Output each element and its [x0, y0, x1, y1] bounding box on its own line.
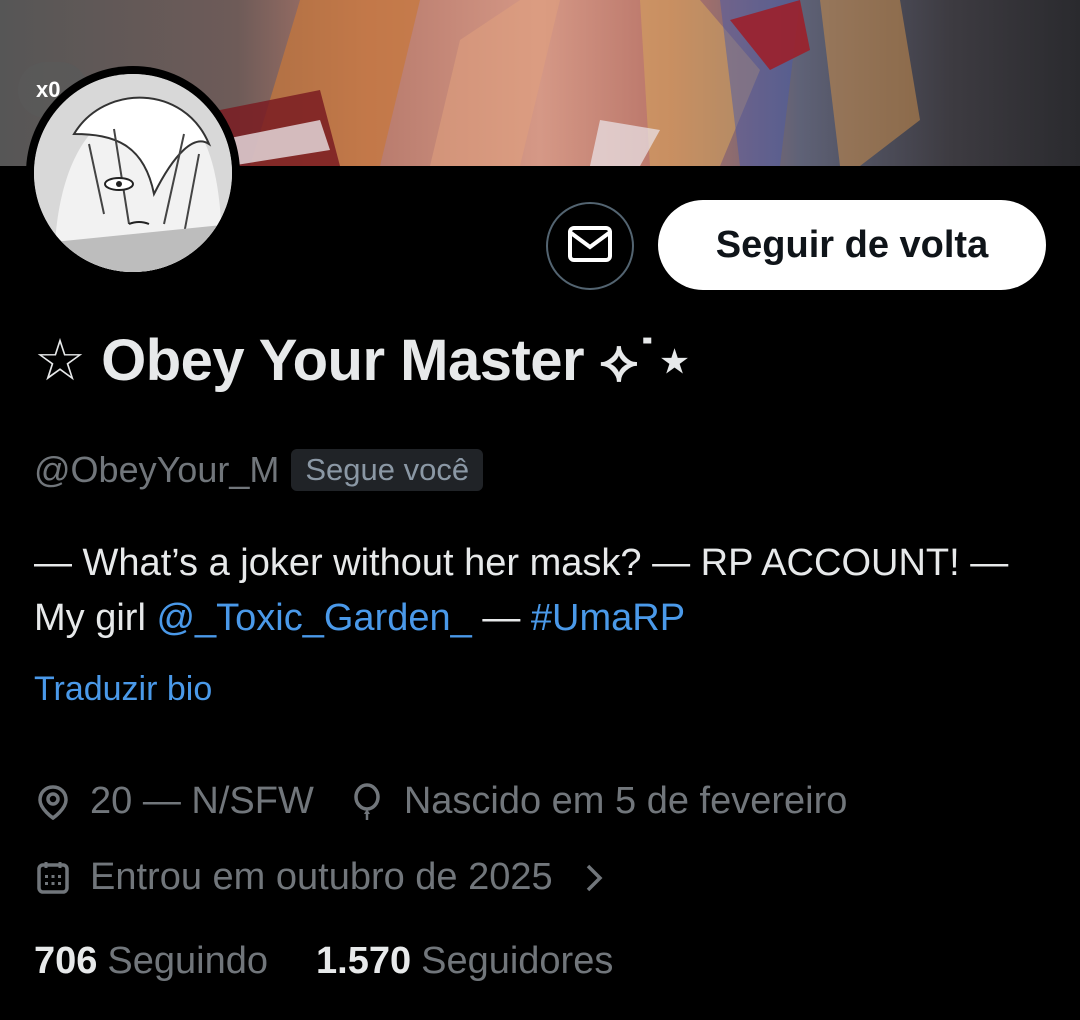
following-count: 706: [34, 940, 98, 982]
mail-icon: [567, 225, 613, 268]
balloon-icon: [348, 782, 386, 821]
meta-row-joined[interactable]: Entrou em outubro de 2025: [34, 856, 631, 899]
following-stat[interactable]: 706 Seguindo: [34, 940, 268, 983]
hashtag-link[interactable]: #UmaRP: [531, 597, 685, 639]
birthday-text: Nascido em 5 de fevereiro: [403, 780, 848, 822]
avatar[interactable]: [26, 66, 240, 280]
follow-stats: 706 Seguindo 1.570 Seguidores: [34, 940, 613, 983]
location-pin-icon: [34, 783, 72, 821]
avatar-image: [34, 74, 232, 272]
handle-row: @ObeyYour_M Segue você: [34, 449, 484, 491]
following-label: Seguindo: [107, 940, 268, 982]
translate-bio-link[interactable]: Traduzir bio: [34, 670, 212, 709]
display-name: ☆ Obey Your Master ⟡˙⋆: [34, 328, 693, 393]
bio-text-2: —: [471, 597, 531, 639]
location-text: 20 — N/SFW: [90, 780, 314, 822]
bio: — What’s a joker without her mask? — RP …: [34, 536, 1054, 646]
followers-label: Seguidores: [421, 940, 614, 982]
followers-stat[interactable]: 1.570 Seguidores: [316, 940, 613, 983]
followers-count: 1.570: [316, 940, 412, 982]
follow-back-button[interactable]: Seguir de volta: [658, 200, 1046, 290]
joined-text: Entrou em outubro de 2025: [90, 856, 553, 898]
chevron-right-icon: [575, 859, 613, 897]
calendar-icon: [34, 859, 72, 897]
message-button[interactable]: [546, 202, 634, 290]
mention-link[interactable]: @_Toxic_Garden_: [156, 597, 471, 639]
follows-you-badge: Segue você: [291, 449, 484, 491]
handle: @ObeyYour_M: [34, 449, 280, 490]
meta-row-location: 20 — N/SFW Nascido em 5 de fevereiro: [34, 780, 847, 823]
